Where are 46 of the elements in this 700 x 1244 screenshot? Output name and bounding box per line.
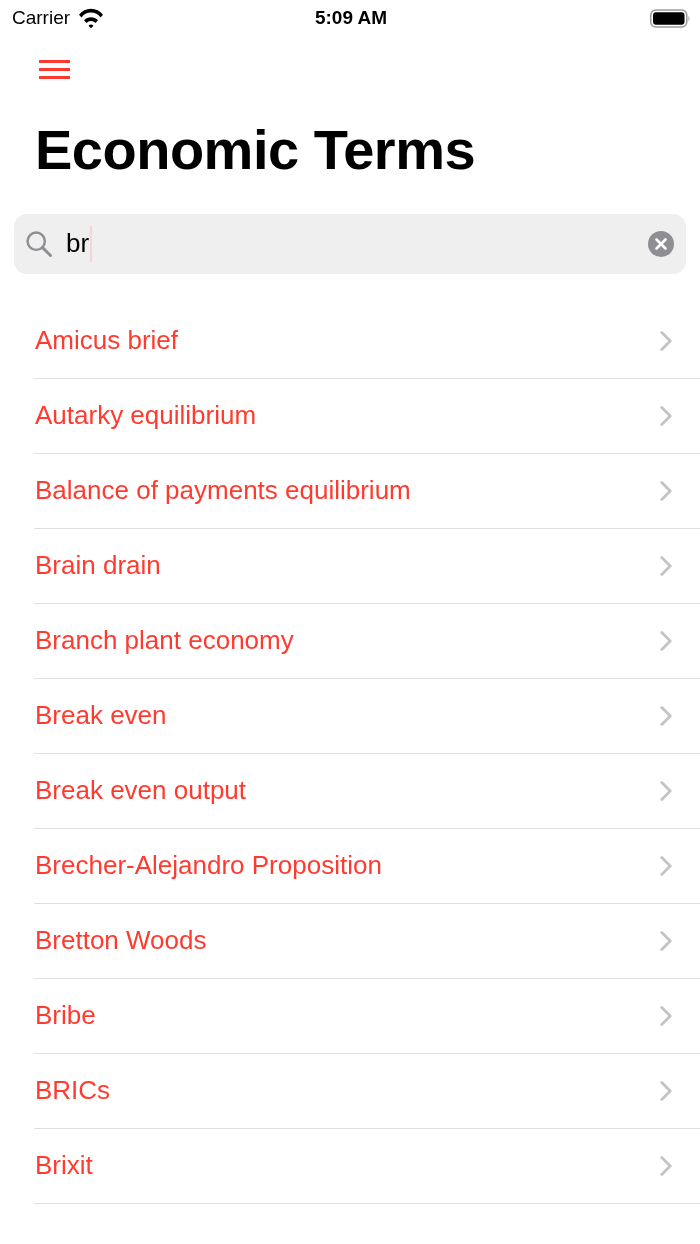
search-field[interactable]: br [14, 213, 686, 274]
chevron-right-icon [660, 780, 672, 801]
term-list-item[interactable]: Autarky equilibrium [34, 378, 700, 454]
term-label: Branch plant economy [35, 624, 294, 658]
term-label: Break even output [35, 774, 247, 808]
term-list-item[interactable]: Amicus brief [34, 303, 700, 379]
chevron-right-icon [660, 855, 672, 876]
chevron-right-icon [660, 1155, 672, 1176]
term-label: Autarky equilibrium [35, 399, 257, 433]
clear-search-button[interactable] [648, 230, 674, 257]
term-list-item[interactable]: Break even output [34, 753, 700, 829]
term-list-item[interactable]: Brecher-Alejandro Proposition [34, 828, 700, 904]
chevron-right-icon [660, 330, 672, 351]
term-list-item[interactable]: Branch plant economy [34, 603, 700, 679]
chevron-right-icon [660, 630, 672, 651]
chevron-right-icon [660, 1080, 672, 1101]
chevron-right-icon [660, 705, 672, 726]
clock-time: 5:09 AM [314, 5, 388, 30]
chevron-right-icon [660, 405, 672, 426]
term-label: BRICs [35, 1074, 111, 1108]
chevron-right-icon [660, 930, 672, 951]
term-list-item[interactable]: Break even [34, 678, 700, 754]
term-list-item[interactable]: Balance of payments equilibrium [34, 453, 700, 529]
term-label: Brixit [35, 1149, 93, 1183]
term-label: Bribe [35, 999, 96, 1033]
term-label: Balance of payments equilibrium [35, 474, 411, 508]
term-list-item[interactable]: BRICs [34, 1053, 700, 1129]
term-label: Bretton Woods [35, 924, 207, 958]
wifi-icon [78, 7, 105, 29]
search-icon [26, 230, 52, 257]
term-list-item[interactable]: Bretton Woods [34, 903, 700, 979]
menu-icon [39, 60, 70, 79]
term-label: Brecher-Alejandro Proposition [35, 849, 382, 883]
page-title: Economic Terms [35, 119, 477, 181]
term-label: Brain drain [35, 549, 161, 583]
term-list-item[interactable]: Bribe [34, 978, 700, 1054]
term-list-item[interactable]: Brixit [34, 1128, 700, 1204]
chevron-right-icon [660, 555, 672, 576]
term-label: Break even [35, 699, 167, 733]
chevron-right-icon [660, 1005, 672, 1026]
chevron-right-icon [660, 480, 672, 501]
battery-icon [650, 8, 690, 28]
carrier-label: Carrier [12, 5, 71, 30]
term-list-item[interactable]: Brain drain [34, 528, 700, 604]
term-label: Amicus brief [35, 324, 179, 358]
clear-icon [648, 230, 674, 257]
